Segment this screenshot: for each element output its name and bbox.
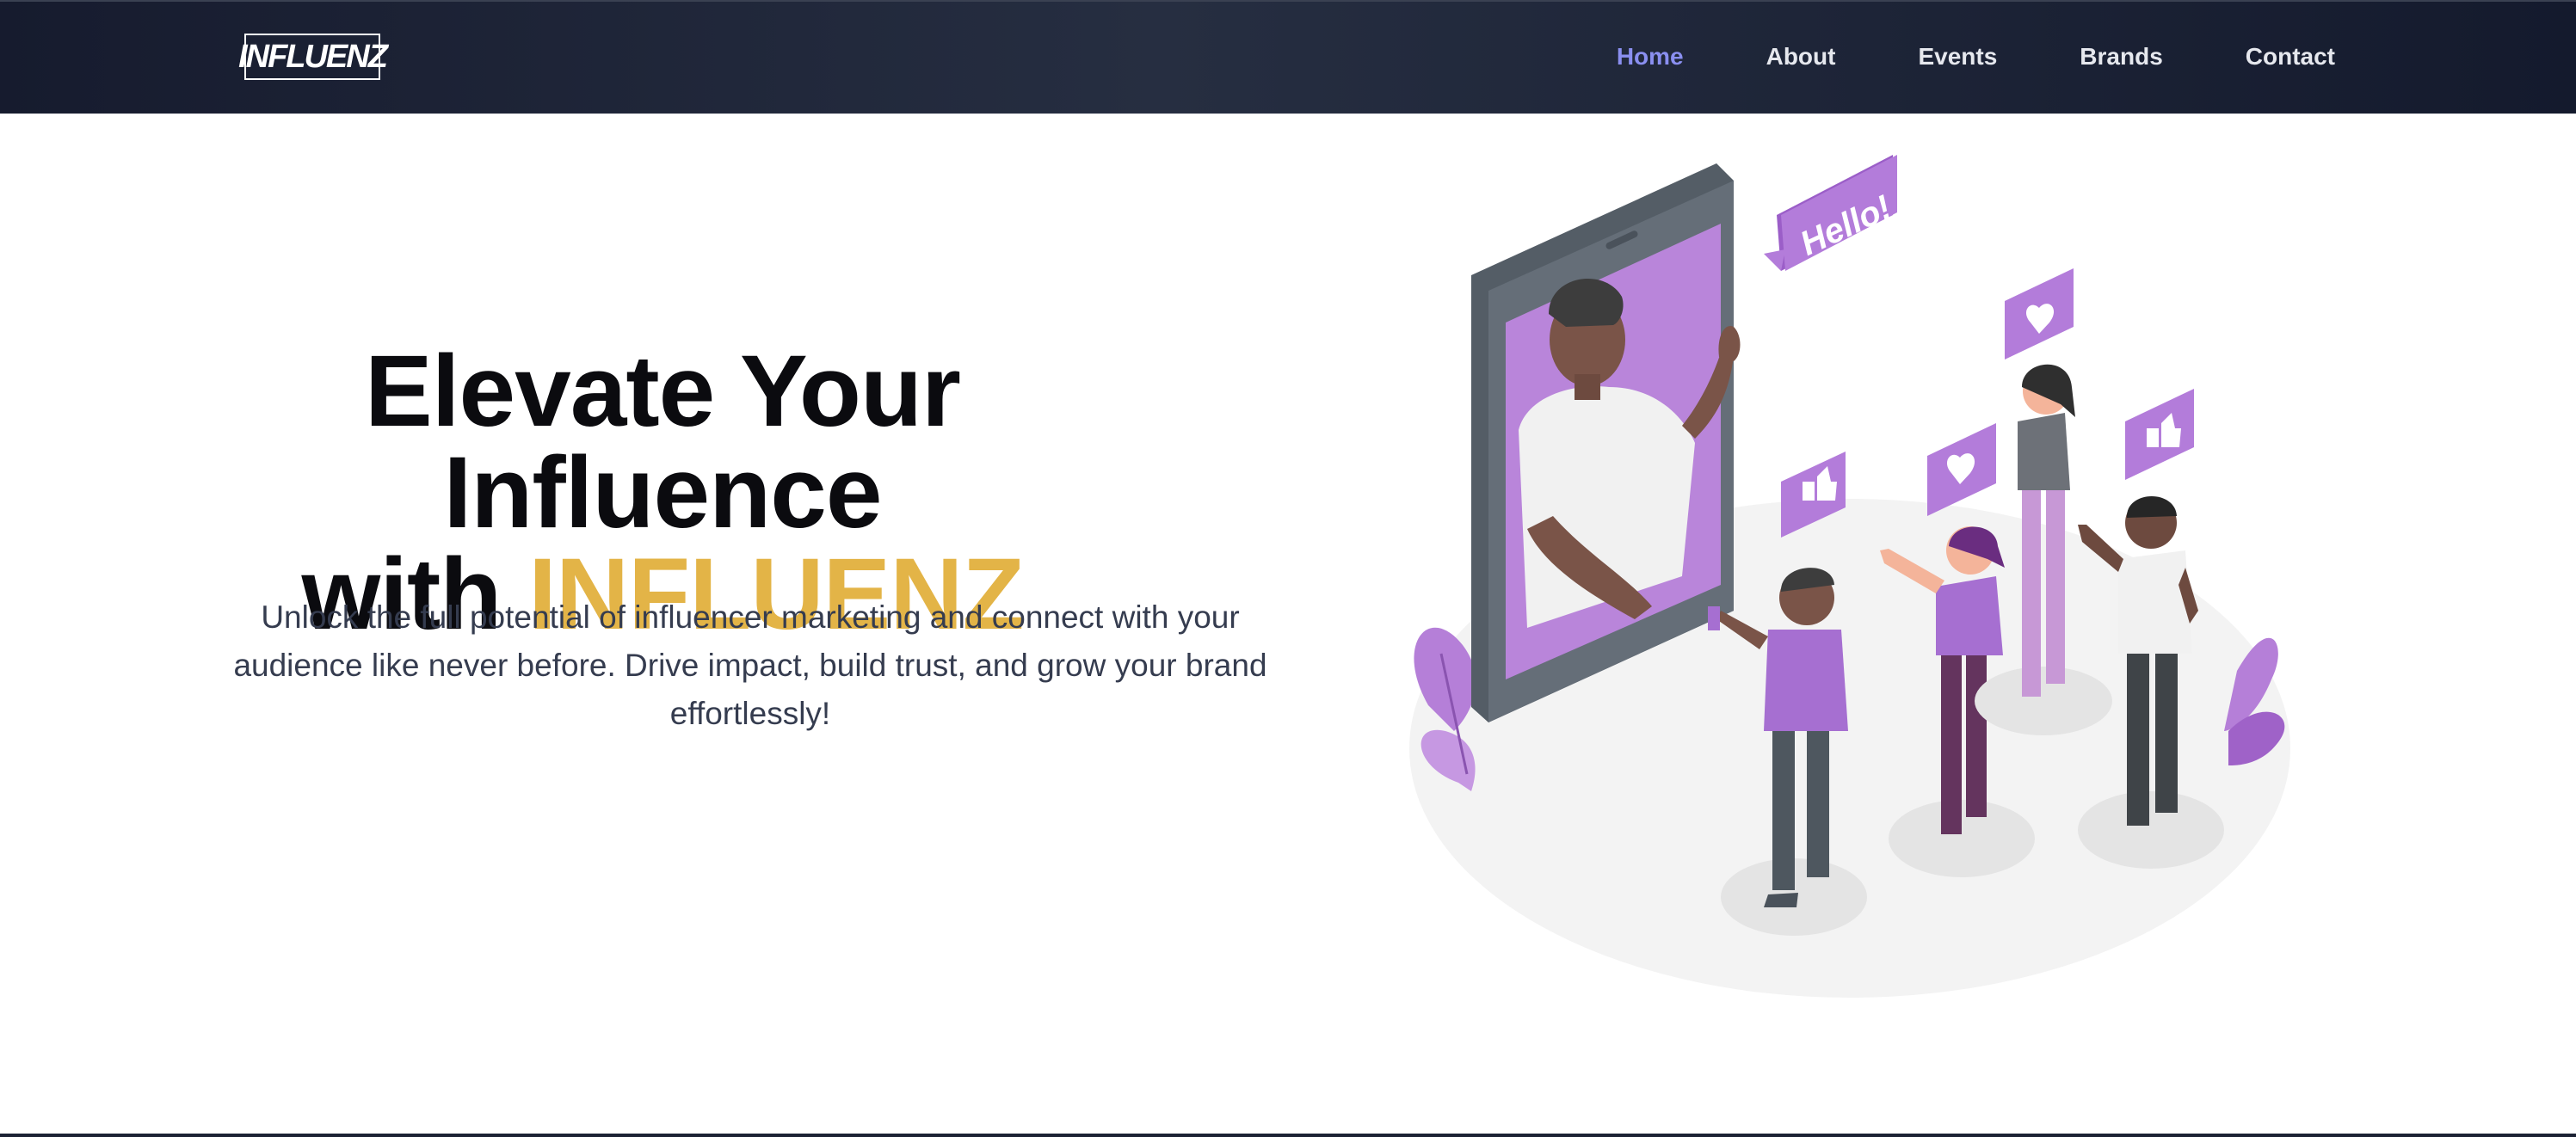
main-nav: Home About Events Brands Contact [1534,40,2335,74]
page-bottom-border [0,1134,2576,1137]
like-card-icon-2 [2125,389,2194,480]
nav-link-contact[interactable]: Contact [2246,40,2335,74]
hero-subtitle: Unlock the full potential of influencer … [233,599,1267,731]
heart-card-icon-2 [1927,423,1996,516]
hero-title-line1: Elevate Your Influence [365,335,961,550]
hello-speech-bubble: Hello! [1764,155,1897,271]
top-navbar: INFLUENZ Home About Events Brands Contac… [0,0,2576,114]
nav-link-about[interactable]: About [1766,40,1836,74]
brand-logo-text: INFLUENZ [238,39,388,75]
nav-link-home[interactable]: Home [1617,40,1684,74]
brand-logo[interactable]: INFLUENZ [238,34,388,80]
heart-card-icon-1 [2005,268,2074,360]
nav-link-brands[interactable]: Brands [2080,40,2162,74]
influencer-illustration: Hello! [1409,155,2290,998]
nav-link-events[interactable]: Events [1918,40,1997,74]
